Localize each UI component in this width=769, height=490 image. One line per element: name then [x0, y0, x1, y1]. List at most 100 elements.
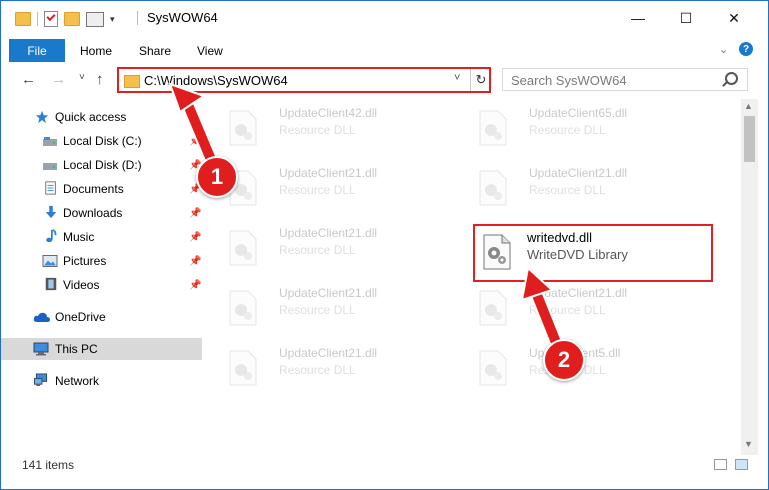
dll-file-icon [229, 110, 257, 146]
dll-file-icon [229, 350, 257, 386]
scroll-down-chevron-icon[interactable]: ▼ [744, 439, 753, 449]
details-view-icon[interactable] [714, 459, 727, 470]
close-button[interactable]: ✕ [711, 1, 757, 35]
file-name: UpdateClient21.dll [279, 346, 378, 360]
file-description: Resource DLL [279, 243, 356, 257]
drive-icon [43, 163, 57, 170]
forward-button[interactable]: → [51, 71, 66, 88]
tab-file[interactable]: File [9, 39, 65, 62]
file-name: UpdateClient21.dll [529, 286, 628, 300]
dll-file-icon [479, 170, 507, 206]
drive-icon [43, 137, 57, 146]
customize-toolbar-chevron-icon[interactable]: ▾ [110, 14, 115, 25]
documents-icon [45, 181, 56, 195]
music-icon [46, 229, 57, 243]
file-description: WriteDVD Library [527, 247, 628, 262]
sidebar-item-downloads[interactable]: Downloads 📌 [1, 202, 202, 224]
address-dropdown-chevron-icon[interactable]: ˅ [454, 72, 460, 84]
list-item[interactable]: UpdateClient21.dll Resource DLL [463, 284, 703, 334]
pin-icon[interactable]: 📌 [189, 136, 201, 147]
sidebar-item-this-pc[interactable]: This PC [1, 338, 202, 360]
view-options-icon[interactable] [86, 11, 104, 27]
expand-ribbon-chevron-icon[interactable]: ⌄ [719, 43, 728, 56]
sidebar-item-quick-access[interactable]: Quick access [1, 106, 202, 128]
scroll-up-chevron-icon[interactable]: ▲ [744, 101, 753, 111]
sidebar-item-local-disk-c[interactable]: Local Disk (C:) 📌 [1, 130, 202, 152]
navigation-bar: ← → ˅ ↑ C:\Windows\SysWOW64 ˅ ↻ [1, 63, 768, 99]
videos-icon [45, 277, 57, 291]
list-item[interactable]: UpdateClient21.dll Resource DLL [463, 164, 703, 214]
list-item-writedvd-dll[interactable]: writedvd.dll WriteDVD Library [473, 224, 713, 282]
list-item[interactable]: UpdateClient21.dll Resource DLL [213, 344, 453, 394]
recent-locations-chevron-icon[interactable]: ˅ [79, 72, 85, 83]
dll-file-icon [479, 350, 507, 386]
file-name: UpdateClient42.dll [279, 106, 378, 120]
file-name: writedvd.dll [527, 230, 593, 245]
list-item[interactable]: UpdateClient42.dll Resource DLL [213, 104, 453, 154]
refresh-button[interactable]: ↻ [470, 69, 491, 91]
sidebar-item-onedrive[interactable]: OneDrive [1, 306, 202, 328]
file-description: Resource DLL [279, 363, 356, 377]
computer-icon [33, 342, 49, 356]
scrollbar-thumb[interactable] [744, 116, 755, 162]
step-1-badge: 1 [196, 156, 238, 198]
pin-icon[interactable]: 📌 [189, 280, 201, 291]
window-title: SysWOW64 [147, 10, 218, 25]
list-item[interactable]: UpdateClient21.dll Resource DLL [213, 164, 453, 214]
sidebar-item-label: Documents [63, 182, 124, 196]
sidebar-item-label: Local Disk (D:) [63, 158, 142, 172]
sidebar-item-label: OneDrive [55, 310, 106, 324]
list-item[interactable]: UpdateClient21.dll Resource DLL [213, 224, 453, 274]
vertical-scrollbar[interactable]: ▲ ▼ [741, 99, 758, 455]
properties-check-icon[interactable] [44, 11, 58, 27]
tab-home[interactable]: Home [80, 39, 112, 62]
pin-icon[interactable]: 📌 [189, 256, 201, 267]
dll-file-icon [229, 230, 257, 266]
dll-file-icon [479, 290, 507, 326]
quick-access-toolbar: ▾ [15, 10, 115, 28]
sidebar-item-label: Music [63, 230, 95, 244]
file-description: Resource DLL [529, 123, 606, 137]
sidebar-item-local-disk-d[interactable]: Local Disk (D:) 📌 [1, 154, 202, 176]
tab-view[interactable]: View [197, 39, 223, 62]
help-icon[interactable]: ? [739, 42, 753, 56]
address-bar[interactable]: C:\Windows\SysWOW64 ˅ ↻ [117, 67, 491, 93]
minimize-button[interactable]: — [615, 1, 661, 35]
file-name: UpdateClient21.dll [279, 226, 378, 240]
back-button[interactable]: ← [21, 71, 36, 88]
pictures-icon [42, 255, 58, 267]
sidebar-item-network[interactable]: Network [1, 370, 202, 392]
list-item[interactable]: UpdateClient21.dll Resource DLL [213, 284, 453, 334]
search-box[interactable] [502, 68, 748, 91]
file-list: UpdateClient42.dll Resource DLL UpdateCl… [211, 99, 741, 449]
address-path[interactable]: C:\Windows\SysWOW64 [144, 73, 288, 88]
new-folder-icon[interactable] [64, 12, 80, 26]
pin-icon[interactable]: 📌 [189, 232, 201, 243]
sidebar-item-label: Network [55, 374, 100, 388]
dll-file-icon [483, 234, 511, 270]
folder-icon [124, 75, 140, 88]
network-icon [33, 373, 48, 387]
sidebar-item-documents[interactable]: Documents 📌 [1, 178, 202, 200]
tab-share[interactable]: Share [139, 39, 171, 62]
file-description: Resource DLL [279, 303, 356, 317]
folder-icon [15, 12, 31, 26]
up-button[interactable]: ↑ [96, 71, 104, 88]
navigation-pane: Quick access Local Disk (C:) 📌 Local Dis… [1, 99, 206, 449]
item-count: 141 items [22, 458, 75, 472]
tiles-view-icon[interactable] [735, 459, 748, 470]
divider [137, 11, 138, 25]
file-description: Resource DLL [279, 123, 356, 137]
sidebar-item-music[interactable]: Music 📌 [1, 226, 202, 248]
file-description: Resource DLL [529, 303, 606, 317]
sidebar-item-pictures[interactable]: Pictures 📌 [1, 250, 202, 272]
list-item[interactable]: UpdateClient65.dll Resource DLL [463, 104, 703, 154]
sidebar-item-label: Local Disk (C:) [63, 134, 142, 148]
sidebar-item-videos[interactable]: Videos 📌 [1, 274, 202, 296]
search-input[interactable] [509, 71, 713, 90]
pin-icon[interactable]: 📌 [189, 208, 201, 219]
maximize-button[interactable]: ☐ [663, 1, 709, 35]
divider [37, 12, 38, 26]
file-description: Resource DLL [529, 183, 606, 197]
sidebar-item-label: Quick access [55, 110, 127, 124]
